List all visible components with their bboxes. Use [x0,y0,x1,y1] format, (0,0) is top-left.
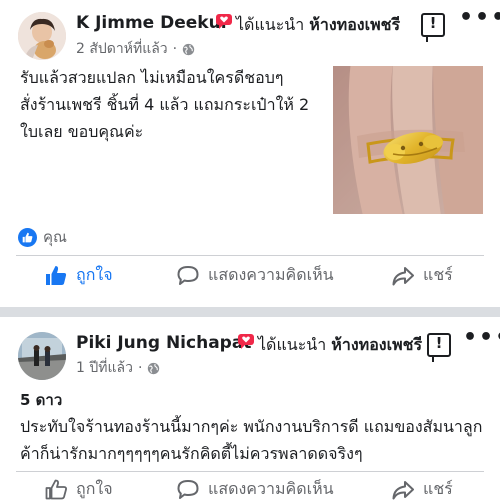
avatar[interactable] [18,12,66,60]
action-bar: ถูกใจ แสดงความคิดเห็น แชร์ [0,477,500,500]
separator-dot: · [137,360,143,376]
post-body-line: ประทับใจร้านทองร้านนี้มากๆค่ะ พนักงานบริ… [20,417,483,436]
comment-button[interactable]: แสดงความคิดเห็น [177,263,334,288]
post-body-line: รับแล้วสวยแปลก ไม่เหมือนใครดีชอบๆ [20,68,284,87]
action-bar: ถูกใจ แสดงความคิดเห็น แชร์ [0,263,500,299]
share-arrow-icon [392,266,414,285]
thumbs-up-icon [45,479,67,500]
like-button[interactable]: ถูกใจ [45,263,113,288]
reaction-label: คุณ [43,228,67,246]
page-name-link[interactable]: ห้างทองเพชรี [331,335,422,354]
divider [16,471,484,472]
thumbs-up-icon [46,266,67,285]
comment-bubble-icon [177,266,199,285]
share-button[interactable]: แชร์ [392,263,453,288]
post-body-line: สั่งร้านเพชรี ชิ้นที่ 4 แล้ว แถมกระเป๋าใ… [20,95,310,114]
post-time[interactable]: 2 สัปดาห์ที่แล้ว [76,38,168,60]
star-rating: 5 ดาว [20,391,63,409]
post-body-line: ค้าก็น่ารักมากๆๆๆๆๆคนรักคิดตี้ไม่ควรพลาด… [20,444,363,463]
share-button[interactable]: แชร์ [392,477,453,500]
post-body: ประทับใจร้านทองร้านนี้มากๆค่ะ พนักงานบริ… [20,413,490,467]
recommend-flag-icon [238,334,254,349]
share-label: แชร์ [423,479,453,498]
post-meta: 2 สัปดาห์ที่แล้ว · [76,38,195,60]
post-meta: 1 ปีที่แล้ว · [76,357,160,379]
like-label: ถูกใจ [76,265,113,284]
author-name[interactable]: Piki Jung Nichapat [76,333,251,353]
avatar[interactable] [18,332,66,380]
post-separator [0,307,500,317]
more-dots-icon[interactable]: ••• [459,5,500,30]
comment-bubble-icon [177,480,199,499]
report-flag-icon[interactable] [427,333,451,362]
post-body-line: ใบเลย ขอบคุณค่ะ [20,122,144,141]
comment-label: แสดงความคิดเห็น [208,265,334,284]
more-dots-icon[interactable]: ••• [463,325,500,350]
recommend-text: ได้แนะนำ [236,15,305,34]
reaction-summary[interactable]: คุณ [18,225,67,249]
globe-icon [148,362,160,374]
share-arrow-icon [392,480,414,499]
report-flag-icon[interactable] [421,13,445,42]
post-time[interactable]: 1 ปีที่แล้ว [76,357,133,379]
comment-label: แสดงความคิดเห็น [208,479,334,498]
page-name-link[interactable]: ห้างทองเพชรี [309,15,400,34]
ring-photo[interactable] [333,66,483,214]
review-post-2: Piki Jung Nichapat ได้แนะนำ ห้างทองเพชรี… [0,317,500,500]
recommend-line: ได้แนะนำ ห้างทองเพชรี [236,13,400,38]
globe-icon [182,43,195,55]
author-name[interactable]: K Jimme Deekul [76,13,227,33]
recommend-text: ได้แนะนำ [258,335,327,354]
separator-dot: · [172,41,178,57]
post-body: รับแล้วสวยแปลก ไม่เหมือนใครดีชอบๆ สั่งร้… [20,64,320,145]
like-label: ถูกใจ [76,479,113,498]
like-button[interactable]: ถูกใจ [45,477,113,500]
divider [16,255,484,256]
like-reaction-icon [18,227,37,247]
recommend-flag-icon [216,14,232,29]
review-post-1: K Jimme Deekul ได้แนะนำ ห้างทองเพชรี 2 ส… [0,0,500,307]
recommend-line: ได้แนะนำ ห้างทองเพชรี [258,333,422,358]
share-label: แชร์ [423,265,453,284]
comment-button[interactable]: แสดงความคิดเห็น [177,477,334,500]
